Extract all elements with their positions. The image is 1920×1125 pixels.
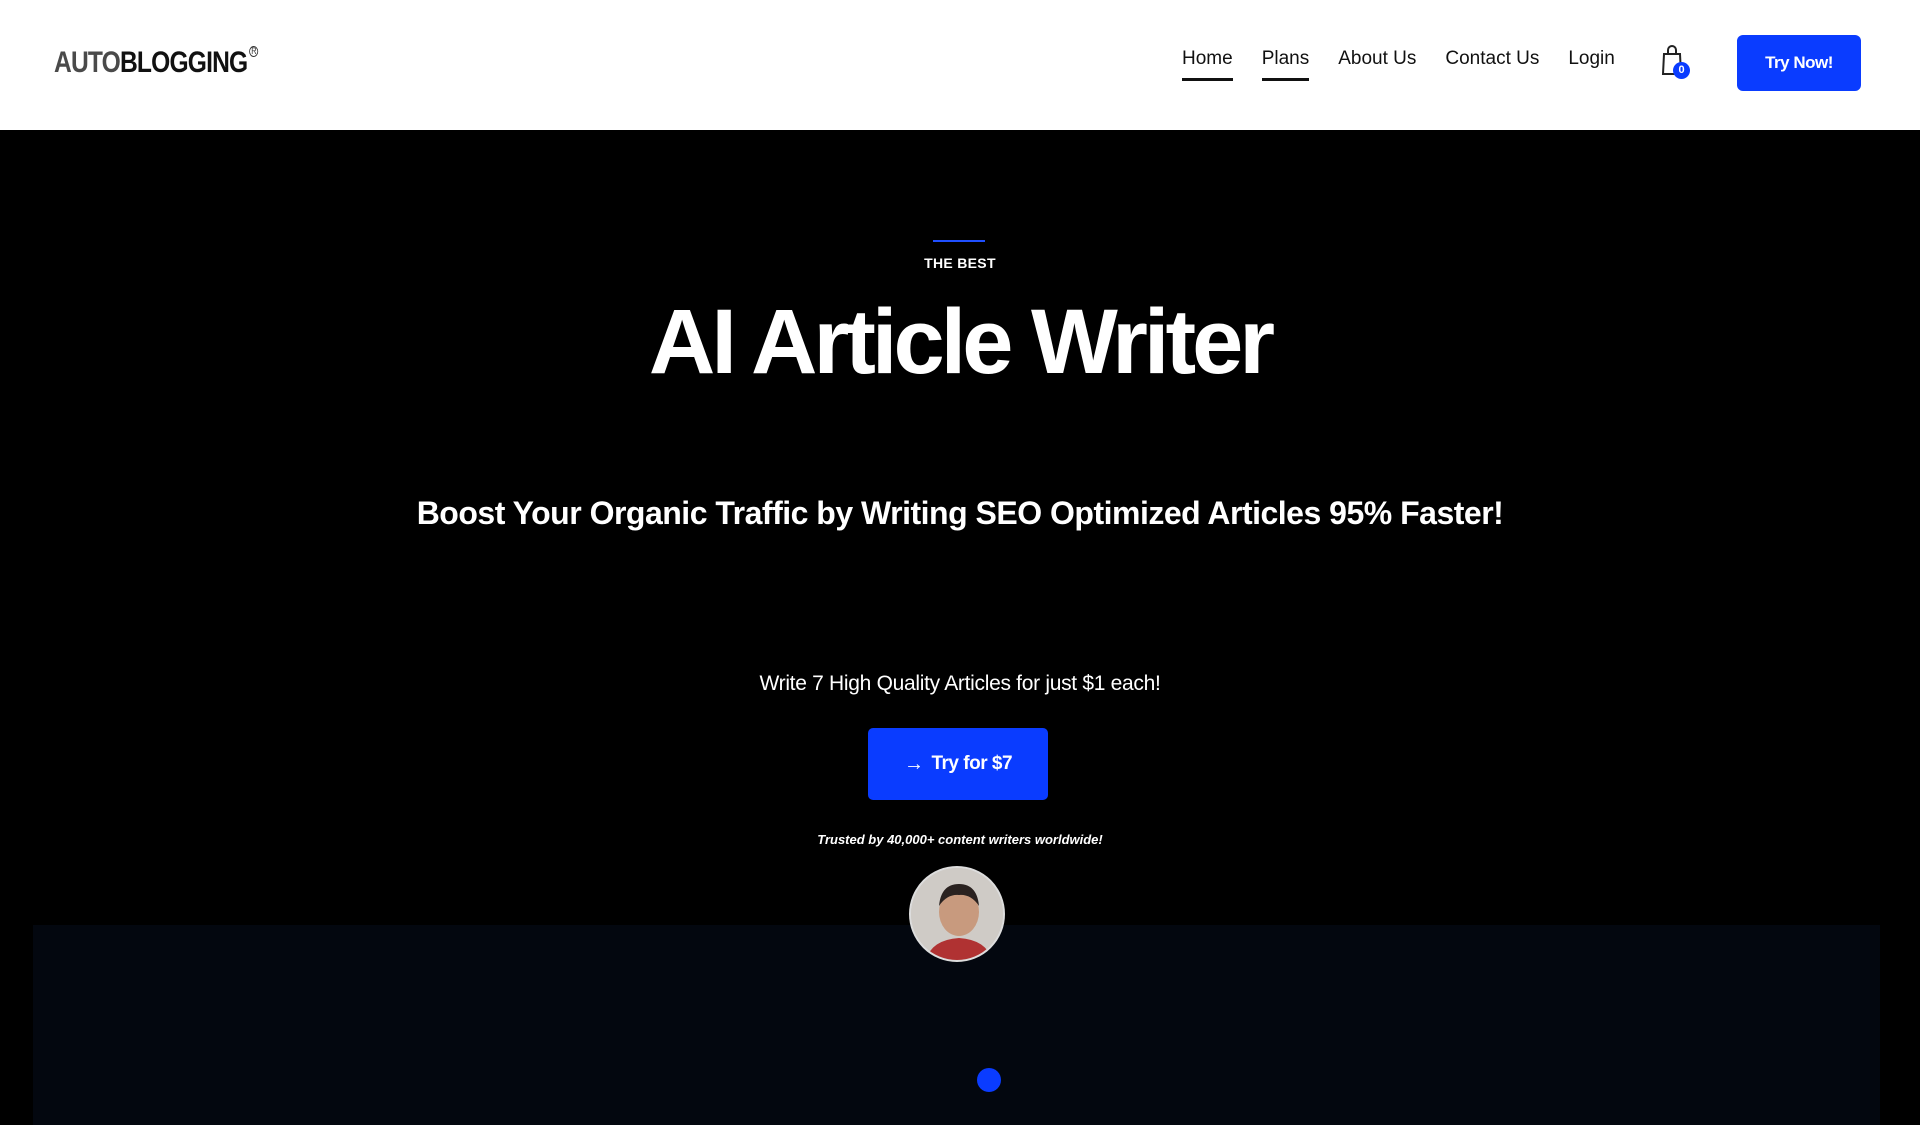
- hero-eyebrow: THE BEST: [924, 255, 996, 271]
- logo-part-blogging: BLOGGING: [119, 46, 248, 79]
- hero-offer-text: Write 7 High Quality Articles for just $…: [759, 672, 1161, 695]
- try-for-7-button[interactable]: → Try for $7: [868, 728, 1048, 800]
- avatar: [909, 866, 1005, 962]
- cart-count-badge: 0: [1673, 62, 1690, 79]
- registered-mark: R: [248, 46, 259, 57]
- nav-about-us[interactable]: About Us: [1338, 48, 1416, 70]
- cart-button[interactable]: 0: [1660, 44, 1690, 82]
- nav-home[interactable]: Home: [1182, 48, 1233, 81]
- person-photo-icon: [911, 868, 1003, 960]
- verified-badge-icon: [977, 1068, 1001, 1092]
- arrow-right-icon: →: [903, 752, 924, 775]
- cta-label: Try for $7: [931, 753, 1013, 774]
- autoblogging-logo[interactable]: AUTO BLOGGING R: [54, 46, 259, 80]
- nav-contact-us[interactable]: Contact Us: [1445, 48, 1539, 70]
- logo-part-auto: AUTO: [54, 46, 121, 79]
- hero-headline: AI Article Writer: [648, 291, 1275, 393]
- trusted-by-text: Trusted by 40,000+ content writers world…: [817, 832, 1103, 847]
- main-nav: Home Plans About Us Contact Us Login: [1182, 48, 1644, 81]
- eyebrow-divider: [933, 240, 985, 242]
- nav-login[interactable]: Login: [1568, 48, 1615, 70]
- site-header: AUTO BLOGGING R Home Plans About Us Cont…: [0, 0, 1920, 130]
- try-now-button[interactable]: Try Now!: [1737, 35, 1861, 91]
- nav-plans[interactable]: Plans: [1261, 48, 1309, 81]
- hero-subheadline: Boost Your Organic Traffic by Writing SE…: [416, 495, 1504, 531]
